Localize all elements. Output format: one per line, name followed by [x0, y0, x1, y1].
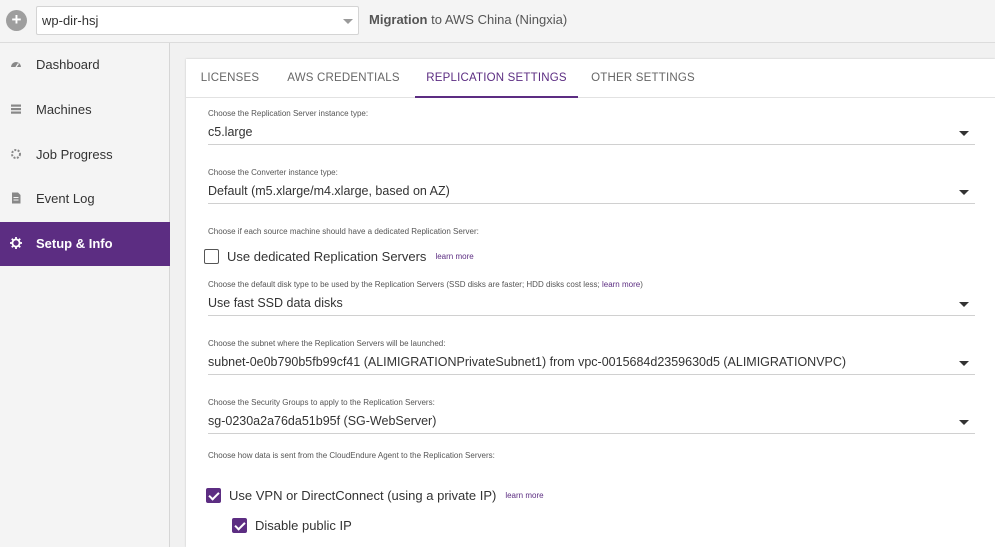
data-route-label: Choose how data is sent from the CloudEn…	[208, 451, 495, 460]
sidebar-item-label: Job Progress	[36, 147, 113, 162]
sidebar-item-dashboard[interactable]: Dashboard	[0, 43, 170, 87]
security-groups-select[interactable]: sg-0230a2a76da51b95f (SG-WebServer)	[208, 410, 975, 434]
vpn-row: Use VPN or DirectConnect (using a privat…	[206, 488, 544, 503]
machines-icon	[11, 104, 21, 114]
subnet-select[interactable]: subnet-0e0b790b5fb99cf41 (ALIMIGRATIONPr…	[208, 351, 975, 375]
replication-instance-value: c5.large	[208, 125, 253, 139]
top-bar: + wp-dir-hsj Migration to AWS China (Nin…	[0, 0, 995, 43]
sidebar: Dashboard Machines Job Progress Event Lo…	[0, 43, 170, 547]
tab-licenses[interactable]: LICENSES	[193, 59, 267, 98]
project-select-value: wp-dir-hsj	[42, 13, 99, 28]
converter-instance-value: Default (m5.xlarge/m4.xlarge, based on A…	[208, 184, 450, 198]
gear-icon	[10, 237, 22, 249]
dedicated-servers-label: Choose if each source machine should hav…	[208, 227, 479, 236]
sidebar-item-setup-info[interactable]: Setup & Info	[0, 222, 170, 266]
subnet-label: Choose the subnet where the Replication …	[208, 339, 446, 348]
disk-type-label: Choose the default disk type to be used …	[208, 280, 643, 289]
sidebar-item-label: Setup & Info	[36, 236, 113, 251]
disk-type-value: Use fast SSD data disks	[208, 296, 343, 310]
dashboard-icon	[11, 62, 21, 68]
replication-instance-label: Choose the Replication Server instance t…	[208, 109, 369, 118]
vpn-checkbox-label: Use VPN or DirectConnect (using a privat…	[229, 488, 497, 503]
disable-public-ip-row: Disable public IP	[232, 518, 352, 533]
dedicated-servers-row: Use dedicated Replication Servers learn …	[204, 249, 474, 264]
sidebar-item-machines[interactable]: Machines	[0, 88, 170, 132]
disable-public-ip-checkbox[interactable]	[232, 518, 247, 533]
chevron-down-icon	[959, 361, 969, 366]
vpn-checkbox[interactable]	[206, 488, 221, 503]
subnet-value: subnet-0e0b790b5fb99cf41 (ALIMIGRATIONPr…	[208, 355, 847, 369]
disable-public-ip-label: Disable public IP	[255, 518, 352, 533]
chevron-down-icon	[959, 131, 969, 136]
disk-type-label-text: Choose the default disk type to be used …	[208, 280, 602, 289]
event-log-icon	[12, 192, 21, 204]
disk-type-label-end: )	[640, 280, 643, 289]
tab-aws-credentials[interactable]: AWS CREDENTIALS	[285, 59, 402, 98]
dedicated-servers-checkbox[interactable]	[204, 249, 219, 264]
migration-title: Migration to AWS China (Ningxia)	[369, 12, 567, 27]
tab-replication-settings[interactable]: REPLICATION SETTINGS	[415, 59, 578, 98]
chevron-down-icon	[959, 420, 969, 425]
disk-type-learn-more-link[interactable]: learn more	[602, 280, 640, 289]
sidebar-item-event-log[interactable]: Event Log	[0, 177, 170, 221]
converter-instance-label: Choose the Converter instance type:	[208, 168, 338, 177]
chevron-down-icon	[959, 302, 969, 307]
job-progress-icon	[11, 149, 21, 159]
security-groups-value: sg-0230a2a76da51b95f (SG-WebServer)	[208, 414, 437, 428]
plus-icon: +	[11, 10, 22, 29]
sidebar-item-label: Dashboard	[36, 57, 100, 72]
vpn-learn-more-link[interactable]: learn more	[505, 491, 543, 500]
tab-other-settings[interactable]: OTHER SETTINGS	[588, 59, 698, 98]
migration-title-bold: Migration	[369, 12, 428, 27]
dedicated-servers-learn-more-link[interactable]: learn more	[435, 252, 473, 261]
sidebar-item-label: Machines	[36, 102, 92, 117]
sidebar-item-job-progress[interactable]: Job Progress	[0, 133, 170, 177]
security-groups-label: Choose the Security Groups to apply to t…	[208, 398, 435, 407]
disk-type-select[interactable]: Use fast SSD data disks	[208, 292, 975, 316]
chevron-down-icon	[343, 19, 353, 24]
migration-title-rest: to AWS China (Ningxia)	[427, 12, 568, 27]
project-select[interactable]: wp-dir-hsj	[36, 6, 359, 35]
tab-bar: LICENSES AWS CREDENTIALS REPLICATION SET…	[186, 59, 995, 98]
add-project-button[interactable]: +	[6, 10, 27, 31]
settings-panel: LICENSES AWS CREDENTIALS REPLICATION SET…	[186, 59, 995, 547]
dedicated-servers-checkbox-label: Use dedicated Replication Servers	[227, 249, 427, 264]
replication-instance-select[interactable]: c5.large	[208, 121, 975, 145]
converter-instance-select[interactable]: Default (m5.xlarge/m4.xlarge, based on A…	[208, 180, 975, 204]
chevron-down-icon	[959, 190, 969, 195]
sidebar-item-label: Event Log	[36, 191, 95, 206]
